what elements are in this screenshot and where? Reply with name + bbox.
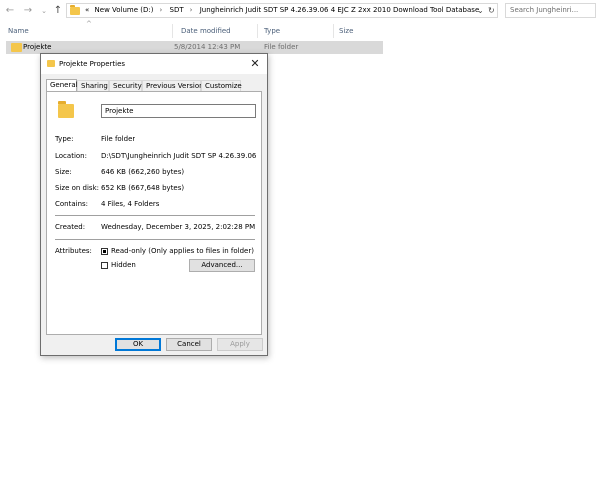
search-placeholder: Search Jungheinri... bbox=[510, 6, 579, 14]
attributes-label: Attributes: bbox=[55, 247, 92, 255]
dialog-title: Projekte Properties bbox=[59, 60, 126, 68]
tab-customize[interactable]: Customize bbox=[201, 80, 242, 91]
size-label: Size: bbox=[55, 168, 72, 176]
breadcrumb: « New Volume (D:) › SDT › Jungheinrich Jud… bbox=[85, 4, 482, 17]
ok-button[interactable]: OK bbox=[115, 338, 161, 351]
file-type: File folder bbox=[264, 43, 299, 51]
general-tab-panel: Type: File folder Location: D:\SDT\Jungh… bbox=[46, 91, 262, 335]
type-value: File folder bbox=[101, 135, 136, 143]
apply-button[interactable]: Apply bbox=[217, 338, 263, 351]
location-label: Location: bbox=[55, 152, 87, 160]
folder-icon bbox=[58, 101, 74, 118]
up-arrow-icon[interactable]: ↑ bbox=[52, 4, 64, 18]
cancel-button[interactable]: Cancel bbox=[166, 338, 212, 351]
forward-arrow-icon[interactable]: → bbox=[22, 4, 34, 18]
size-on-disk-label: Size on disk: bbox=[55, 184, 99, 192]
column-header-date[interactable]: Date modified bbox=[173, 22, 262, 40]
location-value: D:\SDT\Jungheinrich Judit SDT SP 4.26.39… bbox=[101, 152, 257, 160]
tab-previous-versions[interactable]: Previous Versions bbox=[142, 80, 207, 91]
tab-sharing[interactable]: Sharing bbox=[77, 80, 109, 91]
close-icon[interactable]: ✕ bbox=[247, 55, 263, 73]
back-arrow-icon[interactable]: ← bbox=[4, 4, 16, 18]
breadcrumb-item-sdt[interactable]: SDT bbox=[170, 6, 184, 14]
address-bar[interactable]: « New Volume (D:) › SDT › Jungheinrich Jud… bbox=[66, 3, 498, 18]
hidden-label[interactable]: Hidden bbox=[111, 261, 136, 269]
dialog-titlebar[interactable]: Projekte Properties ✕ bbox=[41, 54, 267, 74]
divider bbox=[55, 215, 255, 216]
recent-locations-chevron-icon[interactable]: ⌄ bbox=[38, 4, 50, 18]
folder-icon bbox=[47, 60, 55, 67]
properties-dialog: Projekte Properties ✕ General Sharing Se… bbox=[40, 53, 268, 356]
folder-icon bbox=[11, 43, 22, 52]
breadcrumb-item-current[interactable]: Jungheinrich Judit SDT SP 4.26.39.06 4 E… bbox=[200, 6, 480, 14]
column-header-size[interactable]: Size bbox=[331, 22, 391, 40]
breadcrumb-separator-icon: › bbox=[159, 6, 163, 14]
search-box[interactable]: Search Jungheinri... bbox=[505, 3, 596, 18]
divider bbox=[55, 239, 255, 240]
size-value: 646 KB (662,260 bytes) bbox=[101, 168, 185, 176]
folder-name-input[interactable] bbox=[101, 104, 256, 118]
hidden-checkbox[interactable] bbox=[101, 262, 108, 269]
type-label: Type: bbox=[55, 135, 74, 143]
breadcrumb-overflow[interactable]: « bbox=[85, 6, 89, 14]
refresh-icon[interactable]: ↻ bbox=[488, 4, 495, 17]
address-dropdown-chevron-icon[interactable]: ⌄ bbox=[477, 4, 484, 17]
contains-label: Contains: bbox=[55, 200, 89, 208]
size-on-disk-value: 652 KB (667,648 bytes) bbox=[101, 184, 185, 192]
folder-icon bbox=[70, 5, 80, 15]
created-label: Created: bbox=[55, 223, 86, 231]
column-header-type[interactable]: Type bbox=[256, 22, 336, 40]
advanced-button[interactable]: Advanced... bbox=[189, 259, 255, 272]
tab-security[interactable]: Security bbox=[109, 80, 142, 91]
contains-value: 4 Files, 4 Folders bbox=[101, 200, 160, 208]
column-header-bar: Name Date modified Type Size ^ bbox=[0, 20, 600, 40]
created-value: Wednesday, December 3, 2025, 2:02:28 PM bbox=[101, 223, 256, 231]
breadcrumb-separator-icon: › bbox=[189, 6, 193, 14]
readonly-checkbox[interactable] bbox=[101, 248, 108, 255]
breadcrumb-item-volume[interactable]: New Volume (D:) bbox=[95, 6, 154, 14]
readonly-label[interactable]: Read-only (Only applies to files in fold… bbox=[111, 247, 254, 255]
address-toolbar: ← → ⌄ ↑ « New Volume (D:) › SDT › Junghein… bbox=[0, 0, 600, 22]
sort-caret-icon: ^ bbox=[86, 20, 92, 28]
